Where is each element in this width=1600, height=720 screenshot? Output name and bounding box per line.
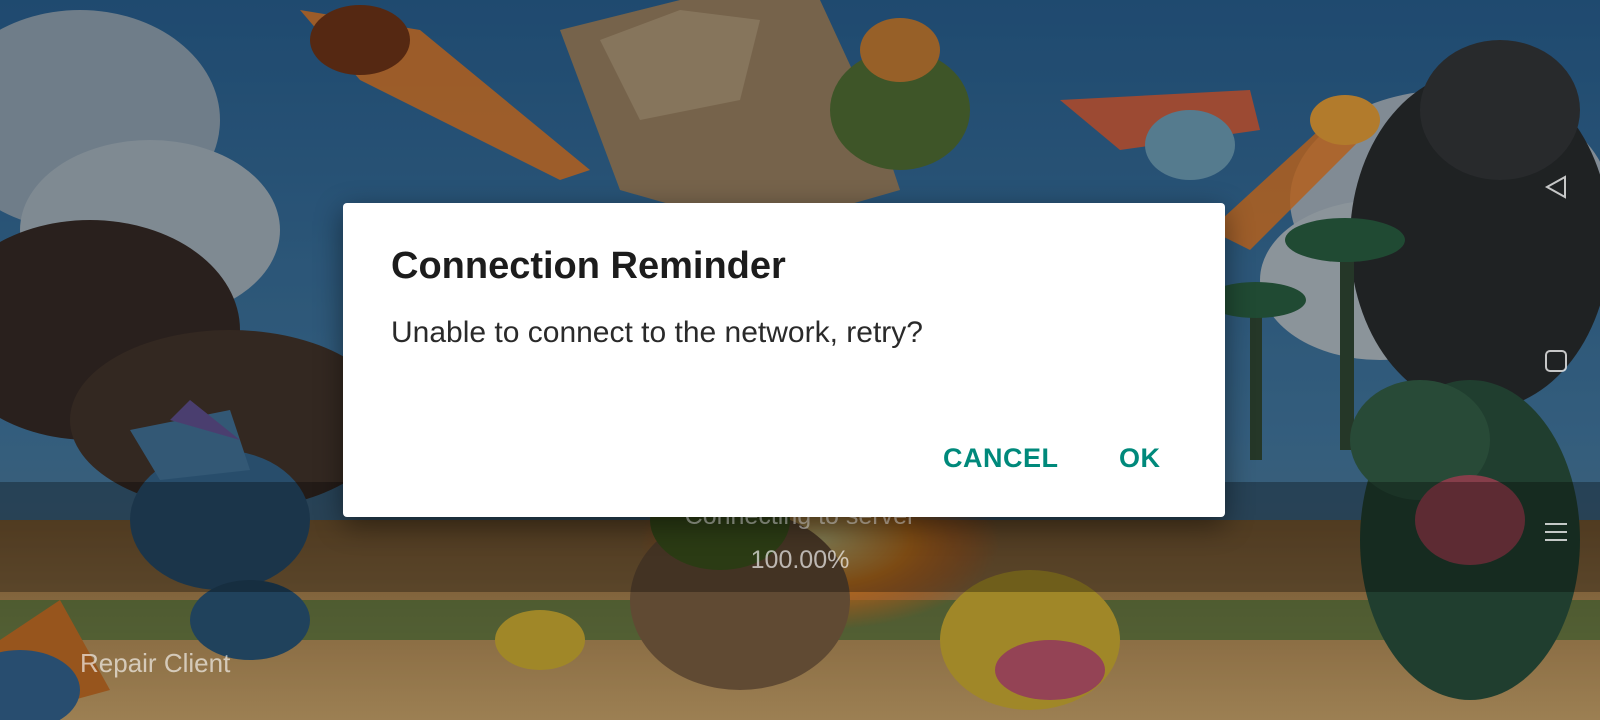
cancel-button[interactable]: CANCEL <box>943 443 1059 474</box>
game-loading-screen: Connecting to server 100.00% Repair Clie… <box>0 0 1600 720</box>
system-navigation-bar <box>1510 0 1600 720</box>
menu-icon[interactable] <box>1539 515 1573 549</box>
connection-reminder-dialog: Connection Reminder Unable to connect to… <box>343 203 1225 517</box>
home-icon[interactable] <box>1539 344 1573 378</box>
loading-progress-percent: 100.00% <box>750 546 850 574</box>
dialog-title: Connection Reminder <box>391 245 786 287</box>
ok-button[interactable]: OK <box>1119 443 1161 474</box>
back-icon[interactable] <box>1539 170 1573 204</box>
repair-client-link[interactable]: Repair Client <box>80 648 230 679</box>
dialog-message: Unable to connect to the network, retry? <box>391 316 923 349</box>
